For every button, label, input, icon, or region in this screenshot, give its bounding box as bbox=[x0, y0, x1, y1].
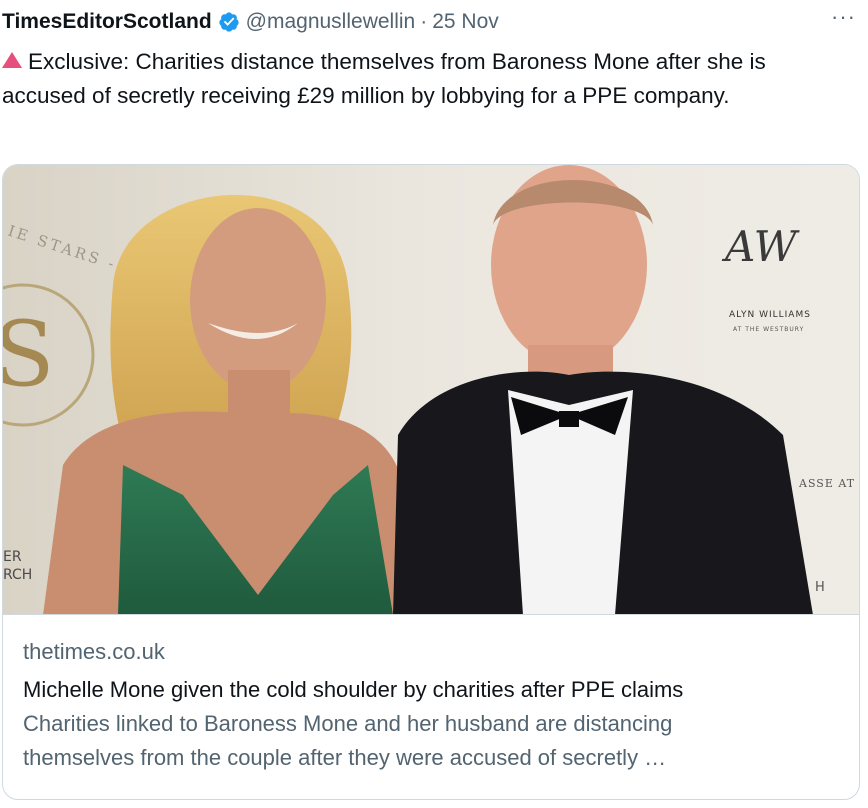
author-name[interactable]: TimesEditorScotland bbox=[2, 10, 212, 34]
left-edge-text-2: RCH bbox=[3, 567, 32, 583]
tweet-date[interactable]: 25 Nov bbox=[432, 10, 499, 34]
card-domain[interactable]: thetimes.co.uk bbox=[23, 637, 843, 667]
more-options-icon[interactable]: ··· bbox=[831, 4, 856, 30]
tweet-body: Exclusive: Charities distance themselves… bbox=[2, 45, 852, 113]
backdrop-logo-sub: AT THE WESTBURY bbox=[733, 326, 804, 333]
card-image[interactable]: S IE STARS - DINING WITH ER RCH AW ALYN … bbox=[3, 165, 859, 615]
card-title[interactable]: Michelle Mone given the cold shoulder by… bbox=[23, 673, 843, 707]
tweet-header: TimesEditorScotland @magnusllewellin · 2… bbox=[2, 6, 868, 38]
right-edge-text-2: H bbox=[815, 580, 825, 595]
backdrop-monogram: S bbox=[3, 302, 55, 407]
author-handle[interactable]: @magnusllewellin bbox=[246, 10, 416, 34]
red-triangle-up-icon bbox=[2, 52, 22, 68]
verified-badge-icon bbox=[219, 12, 239, 32]
tweet-text: Exclusive: Charities distance themselves… bbox=[2, 49, 766, 108]
right-edge-text-1: ASSE AT bbox=[798, 477, 855, 490]
backdrop-logo-name: ALYN WILLIAMS bbox=[729, 310, 811, 320]
backdrop-logo-letters: AW bbox=[721, 222, 801, 271]
card-meta: thetimes.co.uk Michelle Mone given the c… bbox=[23, 637, 843, 775]
link-preview-card[interactable]: S IE STARS - DINING WITH ER RCH AW ALYN … bbox=[2, 164, 860, 800]
left-edge-text-1: ER bbox=[3, 549, 22, 565]
card-description-line-1: Charities linked to Baroness Mone and he… bbox=[23, 711, 673, 736]
event-photo: S IE STARS - DINING WITH ER RCH AW ALYN … bbox=[3, 165, 859, 614]
card-description-line-2: themselves from the couple after they we… bbox=[23, 745, 667, 770]
separator-dot: · bbox=[420, 10, 428, 33]
